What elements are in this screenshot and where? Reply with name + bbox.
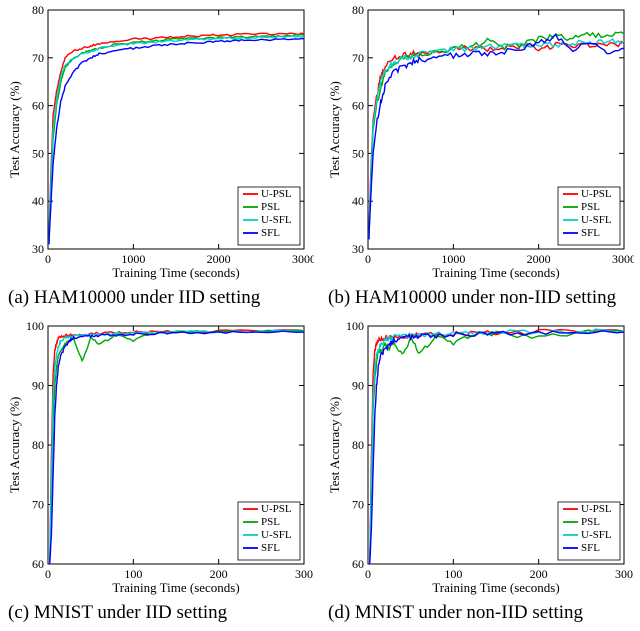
svg-text:200: 200 (530, 567, 548, 581)
svg-text:Test Accuracy (%): Test Accuracy (%) (327, 397, 342, 494)
svg-text:Training Time (seconds): Training Time (seconds) (112, 580, 239, 595)
svg-text:Test Accuracy (%): Test Accuracy (%) (7, 81, 22, 178)
chart-c: 0 100 200 300 60 70 80 90 100 U-PSLPSLU-SFLSFL Tra… (6, 320, 314, 598)
svg-text:30: 30 (352, 242, 364, 256)
svg-text:60: 60 (352, 99, 364, 113)
svg-text:Training Time (seconds): Training Time (seconds) (432, 265, 559, 280)
svg-text:Test Accuracy (%): Test Accuracy (%) (327, 81, 342, 178)
svg-text:30: 30 (32, 242, 44, 256)
svg-text:80: 80 (32, 438, 44, 452)
svg-text:1000: 1000 (441, 252, 465, 266)
svg-text:PSL: PSL (261, 516, 280, 528)
svg-text:0: 0 (45, 252, 51, 266)
svg-text:U-SFL: U-SFL (581, 214, 612, 226)
svg-text:100: 100 (346, 320, 364, 333)
svg-text:U-PSL: U-PSL (581, 188, 612, 200)
svg-text:60: 60 (352, 557, 364, 571)
svg-text:0: 0 (45, 567, 51, 581)
svg-text:U-PSL: U-PSL (261, 188, 292, 200)
svg-text:SFL: SFL (581, 227, 600, 239)
svg-text:Test Accuracy (%): Test Accuracy (%) (7, 397, 22, 494)
svg-text:Training Time (seconds): Training Time (seconds) (112, 265, 239, 280)
chart-d: 0 100 200 300 60 70 80 90 100 U-PSLPSLU-SFLSFL Tra… (326, 320, 634, 598)
svg-text:3000: 3000 (612, 252, 634, 266)
svg-text:100: 100 (26, 320, 44, 333)
svg-text:2000: 2000 (527, 252, 551, 266)
svg-text:300: 300 (615, 567, 633, 581)
svg-text:200: 200 (210, 567, 228, 581)
svg-text:PSL: PSL (581, 516, 600, 528)
svg-text:3000: 3000 (292, 252, 314, 266)
chart-b: 0 1000 2000 3000 30 40 50 60 70 80 U-PSLPSLU-SFLSF… (326, 4, 634, 283)
svg-text:300: 300 (295, 567, 313, 581)
caption-a: (a) HAM10000 under IID setting (6, 283, 314, 310)
svg-text:100: 100 (444, 567, 462, 581)
caption-b: (b) HAM10000 under non-IID setting (326, 283, 634, 310)
svg-text:U-SFL: U-SFL (261, 529, 292, 541)
svg-text:SFL: SFL (261, 542, 280, 554)
svg-text:U-SFL: U-SFL (581, 529, 612, 541)
svg-text:90: 90 (352, 378, 364, 392)
svg-text:0: 0 (365, 567, 371, 581)
svg-text:0: 0 (365, 252, 371, 266)
svg-text:U-SFL: U-SFL (261, 214, 292, 226)
svg-text:U-PSL: U-PSL (261, 503, 292, 515)
svg-text:70: 70 (352, 497, 364, 511)
caption-c: (c) MNIST under IID setting (6, 598, 314, 625)
svg-text:70: 70 (32, 51, 44, 65)
svg-text:60: 60 (32, 99, 44, 113)
chart-a: 0 1000 2000 3000 30 40 50 60 70 80 U-PSLPSLU-SFLSF… (6, 4, 314, 283)
svg-text:50: 50 (32, 146, 44, 160)
svg-text:70: 70 (32, 497, 44, 511)
svg-text:PSL: PSL (261, 201, 280, 213)
svg-text:U-PSL: U-PSL (581, 503, 612, 515)
svg-text:70: 70 (352, 51, 364, 65)
svg-text:2000: 2000 (207, 252, 231, 266)
svg-text:80: 80 (32, 4, 44, 17)
svg-text:SFL: SFL (261, 227, 280, 239)
svg-text:SFL: SFL (581, 542, 600, 554)
svg-text:40: 40 (352, 194, 364, 208)
svg-text:1000: 1000 (121, 252, 145, 266)
svg-text:Training Time (seconds): Training Time (seconds) (432, 580, 559, 595)
svg-text:100: 100 (124, 567, 142, 581)
svg-text:80: 80 (352, 438, 364, 452)
svg-text:40: 40 (32, 194, 44, 208)
svg-text:50: 50 (352, 146, 364, 160)
caption-d: (d) MNIST under non-IID setting (326, 598, 634, 625)
svg-text:90: 90 (32, 378, 44, 392)
svg-text:60: 60 (32, 557, 44, 571)
svg-text:80: 80 (352, 4, 364, 17)
svg-text:PSL: PSL (581, 201, 600, 213)
